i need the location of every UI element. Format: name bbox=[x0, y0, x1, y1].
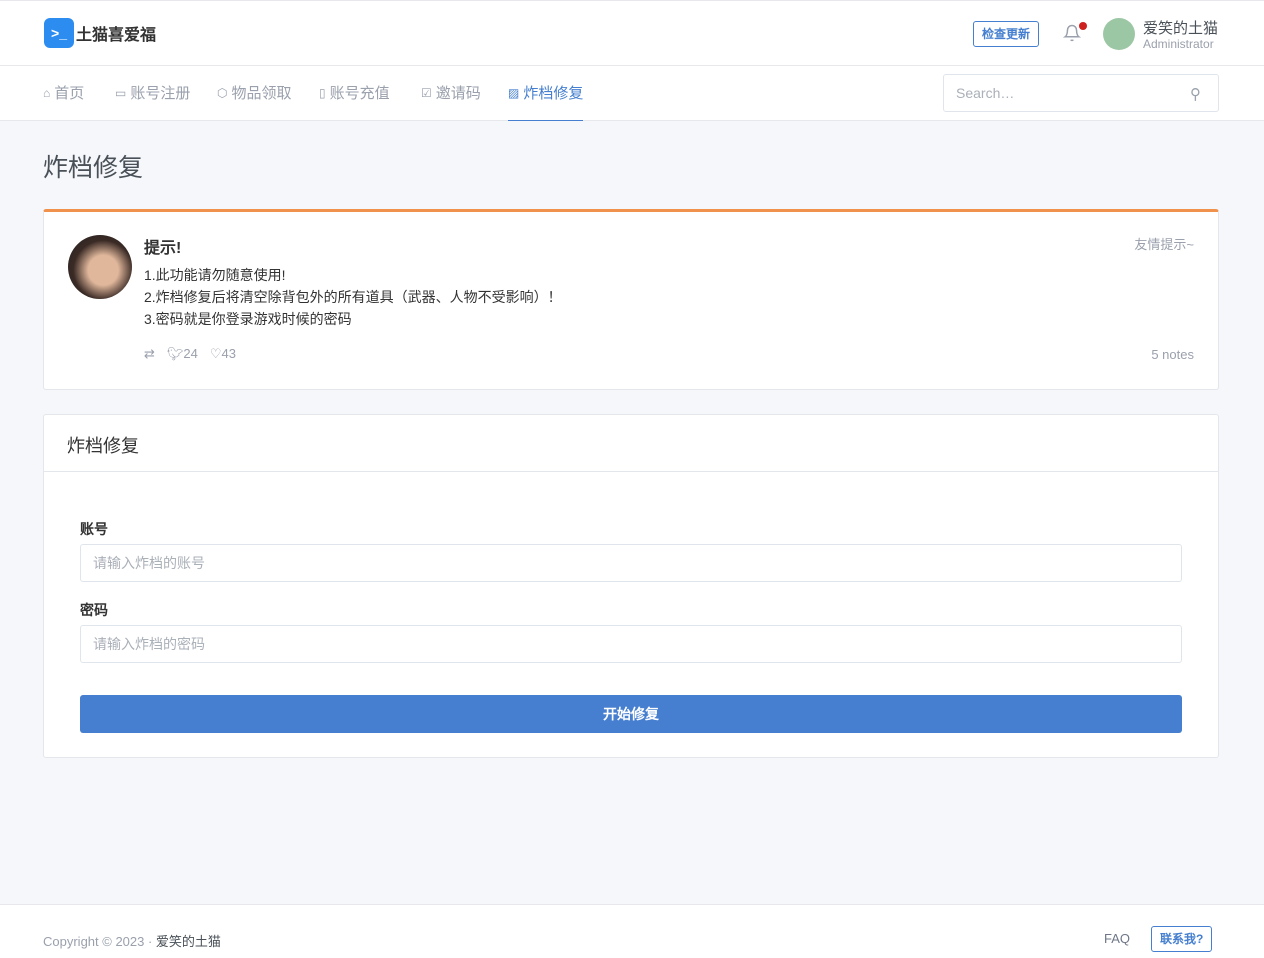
nav-label: 首页 bbox=[54, 67, 84, 120]
password-input[interactable] bbox=[80, 625, 1182, 663]
page-title: 炸档修复 bbox=[43, 148, 143, 184]
copyright-owner[interactable]: 爱笑的土猫 bbox=[156, 934, 221, 949]
check-update-button[interactable]: 检查更新 bbox=[973, 21, 1039, 47]
password-label: 密码 bbox=[80, 600, 108, 620]
check-square-icon: ☑ bbox=[421, 67, 432, 120]
repeat-icon[interactable]: ⇄ bbox=[144, 346, 155, 362]
like-count: 43 bbox=[222, 346, 236, 361]
search-input[interactable] bbox=[943, 74, 1219, 112]
repair-form-card: 炸档修复 账号 密码 开始修复 bbox=[43, 414, 1219, 758]
twitter-button[interactable]: 🐦︎24 bbox=[167, 346, 198, 362]
notification-dot bbox=[1079, 22, 1087, 30]
account-label: 账号 bbox=[80, 519, 108, 539]
heart-icon: ♡ bbox=[210, 346, 222, 361]
start-repair-button[interactable]: 开始修复 bbox=[80, 695, 1182, 733]
brand-name: 土猫喜爱福 bbox=[76, 21, 156, 45]
copyright-text: Copyright © 2023 · bbox=[43, 934, 156, 949]
home-icon: ⌂ bbox=[43, 67, 50, 120]
nav-item-register[interactable]: ▭账号注册 bbox=[115, 66, 190, 121]
nav-item-invite[interactable]: ☑邀请码 bbox=[421, 66, 481, 121]
twitter-count: 24 bbox=[183, 346, 197, 361]
logo[interactable]: >_ 土猫喜爱福 bbox=[44, 18, 156, 48]
contact-button[interactable]: 联系我? bbox=[1151, 926, 1212, 952]
form-title: 炸档修复 bbox=[44, 415, 1218, 472]
box-icon: ⬡ bbox=[217, 67, 227, 120]
nav-label: 账号注册 bbox=[130, 67, 190, 120]
nav-bar: ⌂首页 ▭账号注册 ⬡物品领取 ▯账号充值 ☑邀请码 ▨炸档修复 ⚲ bbox=[0, 66, 1264, 121]
nav-item-home[interactable]: ⌂首页 bbox=[43, 66, 84, 121]
nav-item-recharge[interactable]: ▯账号充值 bbox=[319, 66, 390, 121]
notice-line: 2.炸档修复后将清空除背包外的所有道具（武器、人物不受影响）！ bbox=[144, 287, 562, 307]
file-icon: ▯ bbox=[319, 67, 326, 120]
nav-label: 炸档修复 bbox=[523, 67, 583, 120]
like-button[interactable]: ♡43 bbox=[210, 346, 236, 362]
account-input[interactable] bbox=[80, 544, 1182, 582]
calendar-icon: ▭ bbox=[115, 67, 126, 120]
notice-title: 提示! bbox=[144, 234, 181, 258]
notice-line: 1.此功能请勿随意使用! bbox=[144, 265, 286, 285]
notice-avatar bbox=[68, 235, 132, 299]
footer: Copyright © 2023 · 爱笑的土猫 FAQ 联系我? bbox=[0, 904, 1264, 958]
nav-item-items[interactable]: ⬡物品领取 bbox=[217, 66, 292, 121]
user-name[interactable]: 爱笑的土猫 bbox=[1143, 17, 1218, 38]
user-role: Administrator bbox=[1143, 37, 1214, 51]
notice-line: 3.密码就是你登录游戏时候的密码 bbox=[144, 309, 352, 329]
search-icon[interactable]: ⚲ bbox=[1190, 85, 1201, 103]
nav-label: 物品领取 bbox=[231, 67, 291, 120]
notes-count: 5 notes bbox=[1151, 347, 1194, 362]
nav-label: 邀请码 bbox=[436, 67, 481, 120]
nav-label: 账号充值 bbox=[330, 67, 390, 120]
avatar[interactable] bbox=[1103, 18, 1135, 50]
image-icon: ▨ bbox=[508, 67, 519, 120]
bird-icon: 🐦︎ bbox=[167, 346, 184, 361]
copyright: Copyright © 2023 · 爱笑的土猫 bbox=[43, 931, 221, 950]
header: >_ 土猫喜爱福 检查更新 爱笑的土猫 Administrator bbox=[0, 0, 1264, 66]
notice-card: 提示! 友情提示~ 1.此功能请勿随意使用! 2.炸档修复后将清空除背包外的所有… bbox=[43, 209, 1219, 390]
nav-item-repair[interactable]: ▨炸档修复 bbox=[508, 66, 583, 121]
logo-icon: >_ bbox=[44, 18, 74, 48]
notice-hint: 友情提示~ bbox=[1134, 234, 1194, 253]
faq-link[interactable]: FAQ bbox=[1104, 931, 1130, 946]
